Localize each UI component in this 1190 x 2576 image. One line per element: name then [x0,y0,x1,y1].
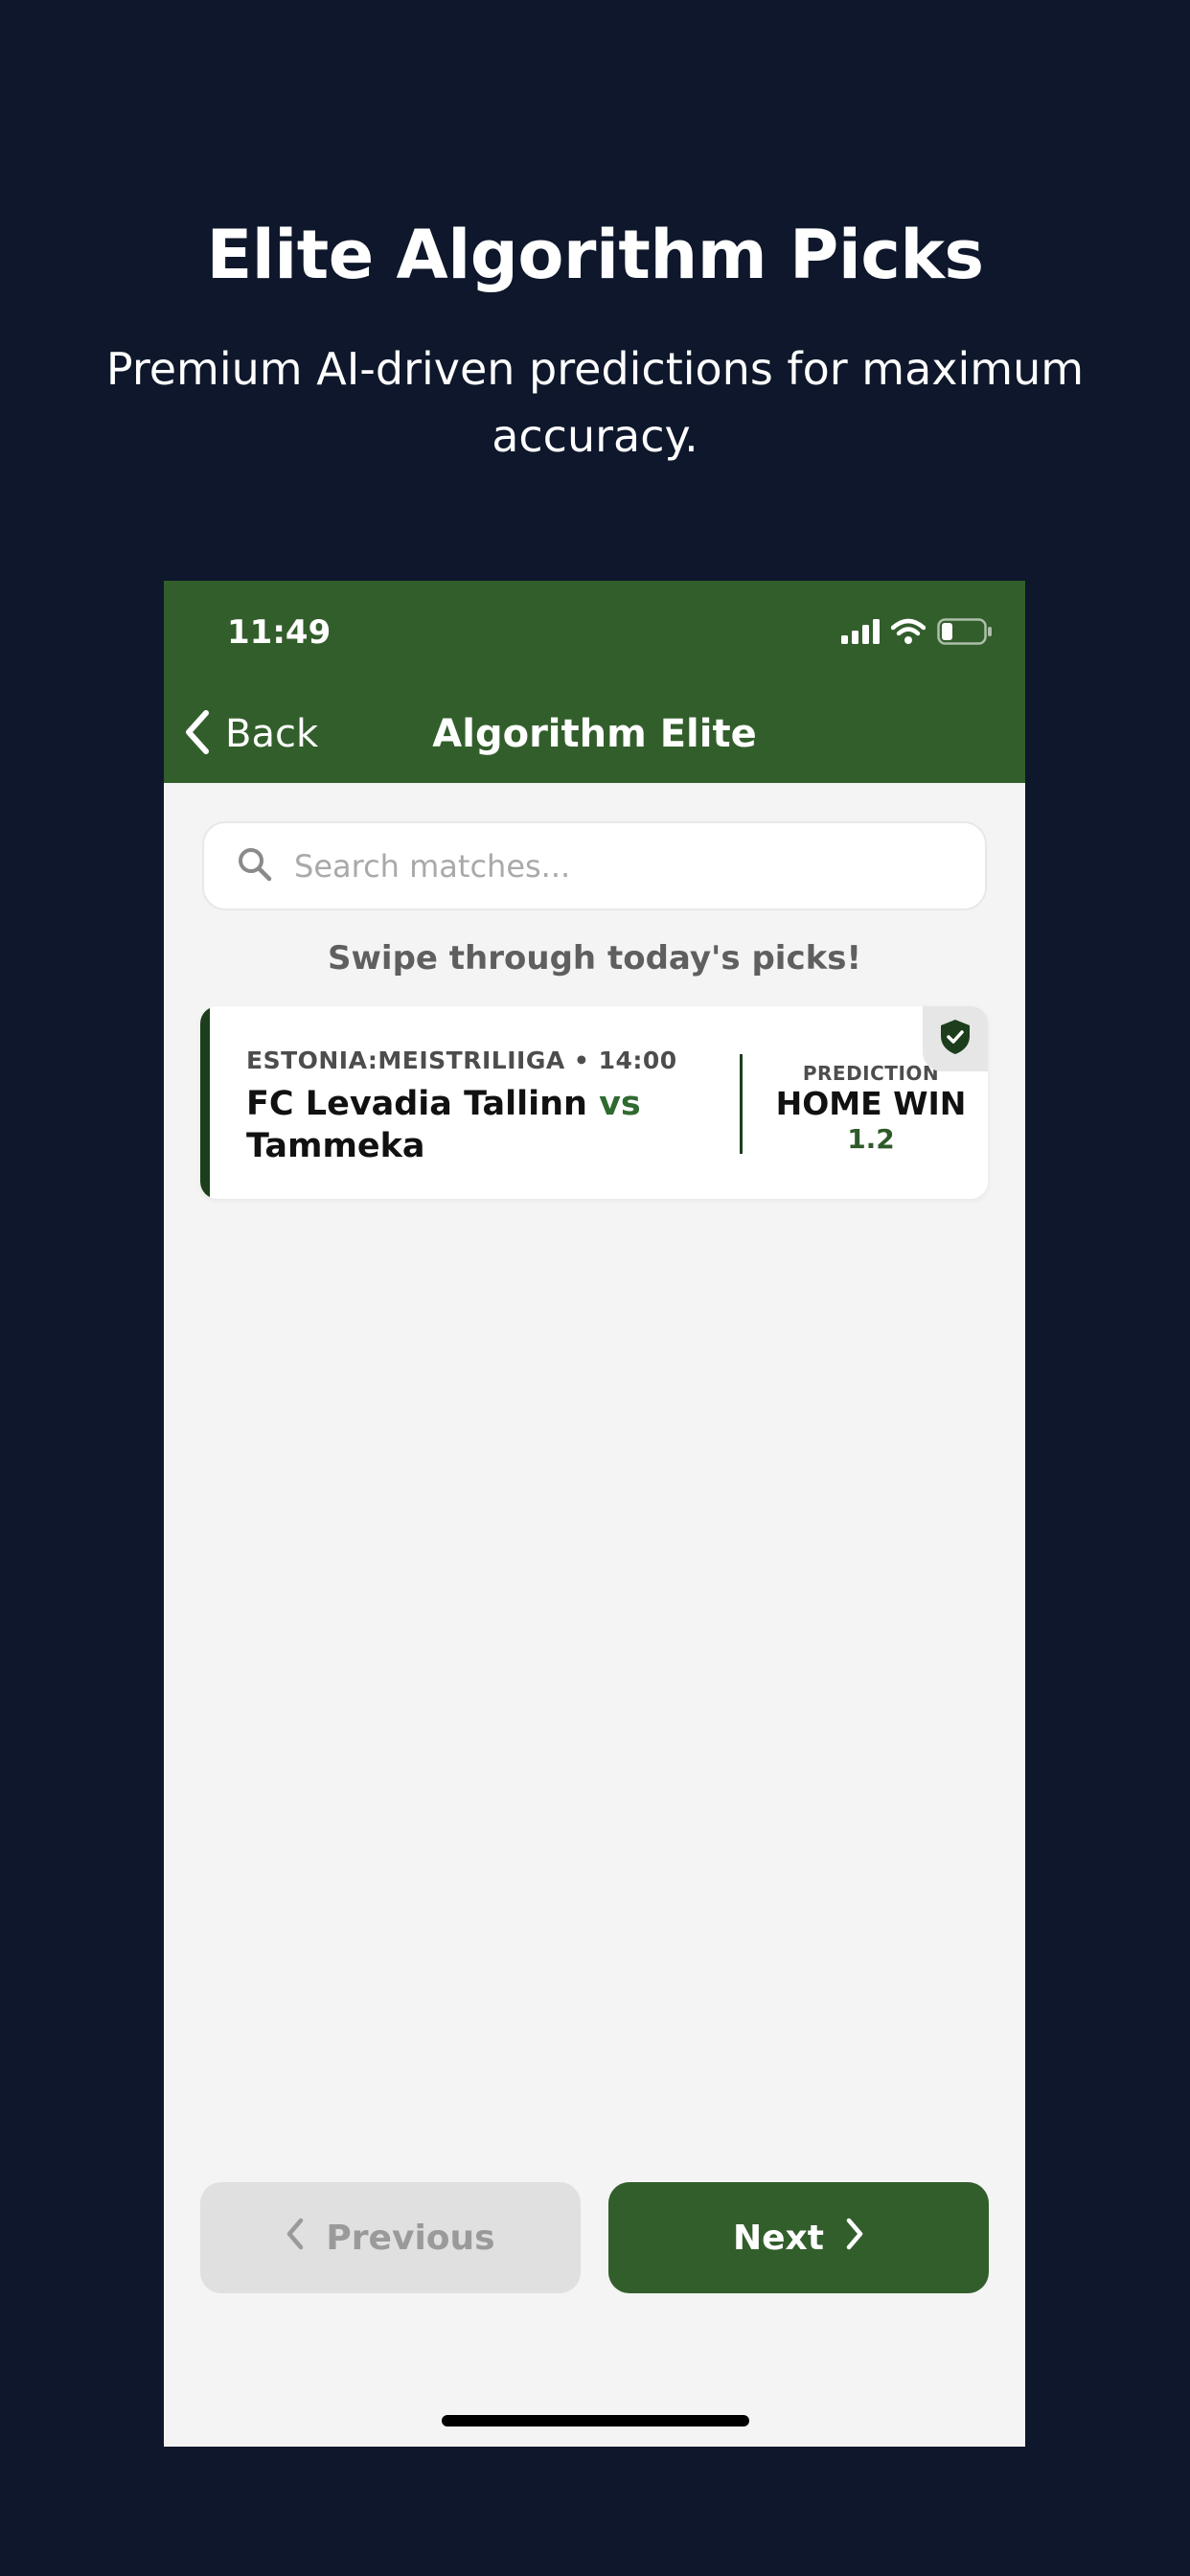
search-bar[interactable] [202,821,987,910]
next-label: Next [733,2218,824,2258]
card-divider [740,1054,743,1154]
verified-badge [923,1006,988,1071]
next-button[interactable]: Next [608,2182,989,2293]
shield-check-icon [939,1019,972,1059]
swipe-hint: Swipe through today's picks! [328,939,861,978]
home-team: FC Levadia Tallinn [246,1085,587,1123]
screen-title: Algorithm Elite [432,712,757,756]
chevron-left-icon [286,2218,305,2259]
chevron-right-icon [845,2218,864,2259]
match-teams: FC Levadia Tallinn vs Tammeka [246,1083,744,1167]
home-indicator[interactable] [442,2415,749,2426]
status-time: 11:49 [227,613,332,652]
card-accent-bar [200,1006,210,1199]
search-input[interactable] [294,847,927,885]
pick-card[interactable]: ESTONIA:MEISTRILIIGA • 14:00 FC Levadia … [200,1006,988,1199]
previous-label: Previous [326,2218,495,2258]
signal-icon [841,619,880,648]
prediction-value: HOME WIN [775,1085,967,1122]
app-header: 11:49 Back Algorithm Elite [164,581,1025,783]
away-team: Tammeka [246,1127,425,1165]
previous-button[interactable]: Previous [200,2182,581,2293]
hero-title: Elite Algorithm Picks [206,216,984,294]
league-time: ESTONIA:MEISTRILIIGA • 14:00 [246,1046,677,1074]
search-icon [237,846,273,886]
status-icons [841,618,993,649]
battery-icon [937,618,993,649]
hero-subtitle: Premium AI-driven predictions for maximu… [105,343,1085,462]
vs-label: vs [599,1085,641,1123]
wifi-icon [890,618,927,649]
phone-screen: 11:49 Back Algorithm Elite Search matche… [164,581,1025,2447]
prediction-odds: 1.2 [847,1123,895,1155]
